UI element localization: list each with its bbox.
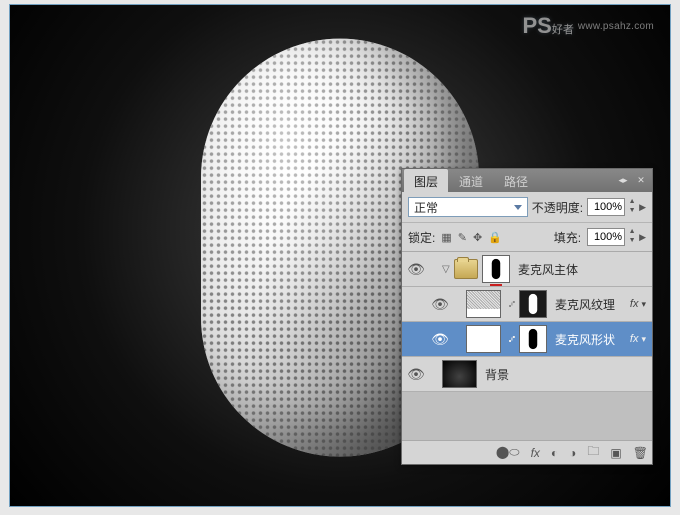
visibility-icon[interactable]: 👁 <box>428 296 452 313</box>
watermark: PS好者 www.psahz.com <box>522 13 654 39</box>
panel-close-icon[interactable]: ✕ <box>634 174 648 187</box>
layer-name[interactable]: 麦克风形状 <box>551 331 630 348</box>
expand-icon[interactable]: ▽ <box>442 264 454 275</box>
visibility-icon[interactable]: 👁 <box>404 366 428 383</box>
tab-layers[interactable]: 图层 <box>404 169 448 193</box>
fx-expand-icon[interactable]: ▾ <box>641 299 646 310</box>
layer-empty-area[interactable] <box>402 392 652 440</box>
lock-transparency-icon[interactable]: ▦ <box>441 231 451 244</box>
link-icon: ⑇ <box>505 299 519 310</box>
fx-badge[interactable]: fx <box>630 333 639 345</box>
fill-flyout-icon[interactable]: ▶ <box>639 232 646 243</box>
tab-paths[interactable]: 路径 <box>494 169 538 193</box>
layer-name[interactable]: 麦克风主体 <box>514 261 650 278</box>
group-mask-thumb[interactable] <box>482 255 510 283</box>
fx-expand-icon[interactable]: ▾ <box>641 334 646 345</box>
layer-thumb[interactable] <box>442 360 477 388</box>
panel-tabs: 图层 通道 路径 ◂▸ ✕ <box>402 169 652 192</box>
layer-shape[interactable]: 👁 ⑇ 麦克风形状 fx ▾ <box>402 322 652 357</box>
lock-all-icon[interactable]: 🔒 <box>488 231 502 244</box>
layer-list: 👁 ▽ 麦克风主体 👁 ⑇ 麦克风纹理 fx <box>402 252 652 440</box>
tab-channels[interactable]: 通道 <box>449 169 493 193</box>
layer-background[interactable]: 👁 背景 <box>402 357 652 392</box>
panel-collapse-icon[interactable]: ◂▸ <box>616 174 630 187</box>
fill-stepper[interactable]: ▲▼ ▶ <box>587 228 646 246</box>
opacity-up-icon[interactable]: ▲ <box>627 198 637 207</box>
fx-badge[interactable]: fx <box>630 298 639 310</box>
blend-mode-dropdown[interactable]: 正常 <box>408 197 528 217</box>
fill-up-icon[interactable]: ▲ <box>627 228 637 237</box>
mask-link-indicator <box>490 284 502 286</box>
watermark-logo: PS好者 <box>522 13 573 39</box>
document-canvas[interactable]: PS好者 www.psahz.com 图层 通道 路径 ◂▸ ✕ 正常 不透明度… <box>9 4 671 507</box>
lock-label: 锁定: <box>408 229 435 246</box>
fill-input[interactable] <box>587 228 625 246</box>
link-layers-icon[interactable]: ⬤⬭ <box>496 445 520 460</box>
watermark-url: www.psahz.com <box>578 21 654 32</box>
blend-mode-value: 正常 <box>414 199 438 216</box>
fill-down-icon[interactable]: ▼ <box>627 237 637 246</box>
opacity-label: 不透明度: <box>532 199 583 216</box>
layer-thumb[interactable] <box>466 290 501 318</box>
layer-mask-thumb[interactable] <box>519 290 547 318</box>
layer-name[interactable]: 背景 <box>481 366 650 383</box>
lock-pixels-icon[interactable]: ✎ <box>458 231 467 244</box>
chevron-down-icon <box>514 205 522 210</box>
fill-label: 填充: <box>554 229 581 246</box>
layer-thumb[interactable] <box>466 325 501 353</box>
layer-name[interactable]: 麦克风纹理 <box>551 296 630 313</box>
delete-layer-icon[interactable]: 🗑 <box>633 446 648 460</box>
opacity-input[interactable] <box>587 198 625 216</box>
layer-group-microphone[interactable]: 👁 ▽ 麦克风主体 <box>402 252 652 287</box>
blend-opacity-row: 正常 不透明度: ▲▼ ▶ <box>402 192 652 222</box>
layer-mask-thumb[interactable] <box>519 325 547 353</box>
layer-style-icon[interactable]: fx <box>531 446 540 460</box>
lock-position-icon[interactable]: ✥ <box>473 231 482 244</box>
panel-controls: ◂▸ ✕ <box>616 174 652 187</box>
new-group-icon[interactable]: 🗀 <box>587 442 599 463</box>
adjustment-layer-icon[interactable]: ◑ <box>569 446 576 460</box>
new-layer-icon[interactable]: ▣ <box>610 446 621 460</box>
visibility-icon[interactable]: 👁 <box>428 331 452 348</box>
layer-mask-icon[interactable]: ◐ <box>551 446 558 460</box>
opacity-flyout-icon[interactable]: ▶ <box>639 202 646 213</box>
layer-texture[interactable]: 👁 ⑇ 麦克风纹理 fx ▾ <box>402 287 652 322</box>
link-icon: ⑇ <box>505 334 519 345</box>
visibility-icon[interactable]: 👁 <box>404 261 428 278</box>
lock-icons: ▦ ✎ ✥ 🔒 <box>441 231 502 244</box>
opacity-stepper[interactable]: ▲▼ ▶ <box>587 198 646 216</box>
layers-panel[interactable]: 图层 通道 路径 ◂▸ ✕ 正常 不透明度: ▲▼ ▶ 锁定: <box>401 168 653 465</box>
folder-icon <box>454 259 478 279</box>
layers-footer: ⬤⬭ fx ◐ ◑ 🗀 ▣ 🗑 <box>402 440 652 464</box>
lock-fill-row: 锁定: ▦ ✎ ✥ 🔒 填充: ▲▼ ▶ <box>402 222 652 251</box>
opacity-down-icon[interactable]: ▼ <box>627 207 637 216</box>
